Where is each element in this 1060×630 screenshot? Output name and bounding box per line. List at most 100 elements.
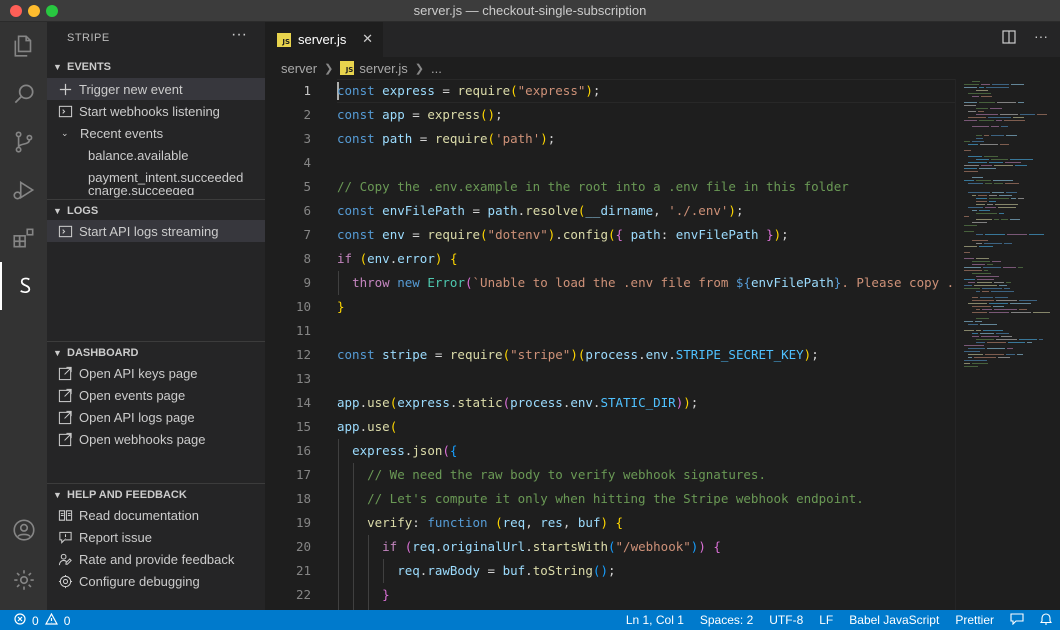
code-line[interactable]: const app = express(); [337, 103, 503, 127]
error-icon [14, 613, 26, 628]
breadcrumb-file[interactable]: server.js [359, 61, 407, 76]
code-line[interactable]: if (env.error) { [337, 247, 457, 271]
search-icon[interactable] [0, 70, 47, 118]
minimap-line [964, 231, 974, 232]
code-line[interactable]: verify: function (req, res, buf) { [337, 511, 623, 535]
tab-server-js[interactable]: JS server.js ✕ [265, 22, 383, 57]
recent-event-item[interactable]: balance.available [47, 144, 265, 166]
code-line[interactable]: const stripe = require("stripe")(process… [337, 343, 819, 367]
code-line[interactable]: app.use( [337, 415, 397, 439]
stripe-icon[interactable] [0, 262, 47, 310]
source-control-icon[interactable] [0, 118, 47, 166]
code-line[interactable]: app.use(express.static(process.env.STATI… [337, 391, 698, 415]
logs-section-header[interactable]: ▼ LOGS [47, 199, 265, 221]
dashboard-section-header[interactable]: ▼ DASHBOARD [47, 341, 265, 363]
recent-event-label: payment_intent.succeeded [88, 169, 244, 185]
minimap-line [1007, 234, 1027, 235]
code-line[interactable]: } [337, 583, 390, 607]
chevron-down-icon: ▼ [53, 347, 62, 358]
feedback-icon[interactable] [1002, 612, 1032, 628]
cursor-position[interactable]: Ln 1, Col 1 [618, 613, 692, 627]
minimap-line [964, 87, 977, 88]
notifications-bell-icon[interactable] [1032, 612, 1060, 628]
minimap-line [1001, 126, 1008, 127]
split-editor-icon[interactable] [1002, 30, 1016, 47]
minimap-line [964, 120, 977, 121]
minimap[interactable] [955, 79, 1060, 610]
minimap-line [996, 333, 1009, 334]
explorer-icon[interactable] [0, 22, 47, 70]
open-api-keys-page-item[interactable]: Open API keys page [47, 362, 265, 384]
stripe-sidebar: STRIPE ··· ▼ EVENTS Trigger new event St… [47, 22, 265, 610]
indentation-setting[interactable]: Spaces: 2 [692, 613, 761, 627]
report-issue-item[interactable]: Report issue [47, 526, 265, 548]
line-number: 10 [295, 299, 311, 314]
minimap-line [995, 204, 1018, 205]
events-section-header[interactable]: ▼ EVENTS [47, 56, 265, 78]
code-line[interactable]: const envFilePath = path.resolve(__dirna… [337, 199, 743, 223]
minimap-line [972, 177, 983, 178]
account-icon[interactable] [0, 506, 47, 554]
minimap-line [1011, 198, 1016, 199]
chevron-down-icon: ▼ [53, 205, 62, 216]
minimap-line [975, 321, 982, 322]
breadcrumb-symbol[interactable]: ... [431, 61, 442, 76]
breadcrumb-folder[interactable]: server [281, 61, 317, 76]
read-documentation-item[interactable]: Read documentation [47, 504, 265, 526]
more-actions-icon[interactable]: ··· [231, 26, 247, 44]
minimap-line [985, 207, 996, 208]
help-section-header[interactable]: ▼ HELP AND FEEDBACK [47, 483, 265, 505]
minimap-line [994, 282, 1004, 283]
problems-indicator[interactable]: 0 0 [14, 612, 70, 628]
minimap-line [978, 111, 984, 112]
configure-debugging-item[interactable]: Configure debugging [47, 570, 265, 592]
code-editor[interactable]: 1 2 3 4 5 6 7 8 9 10 11 12 13 14 15 16 1… [265, 79, 955, 610]
minimap-line [991, 126, 999, 127]
minimap-line [972, 240, 988, 241]
start-api-logs-streaming-item[interactable]: Start API logs streaming [47, 220, 265, 242]
code-line[interactable]: const env = require("dotenv").config({ p… [337, 223, 789, 247]
minimap-line [1019, 339, 1037, 340]
extensions-icon[interactable] [0, 214, 47, 262]
close-tab-icon[interactable]: ✕ [362, 31, 373, 47]
recent-event-item[interactable]: payment_intent.succeeded [47, 166, 265, 188]
more-actions-icon[interactable]: ··· [1034, 29, 1048, 47]
open-events-page-item[interactable]: Open events page [47, 384, 265, 406]
language-mode[interactable]: Babel JavaScript [841, 613, 947, 627]
settings-gear-icon[interactable] [0, 556, 47, 604]
file-encoding[interactable]: UTF-8 [761, 613, 811, 627]
minimap-line [982, 309, 992, 310]
code-line[interactable]: req.rawBody = buf.toString(); [337, 559, 615, 583]
formatter-status[interactable]: Prettier [947, 613, 1002, 627]
recent-event-item[interactable]: charge.succeeded [47, 188, 265, 198]
code-line[interactable]: if (req.originalUrl.startsWith("/webhook… [337, 535, 721, 559]
rate-feedback-item[interactable]: Rate and provide feedback [47, 548, 265, 570]
start-webhooks-listening-item[interactable]: Start webhooks listening [47, 100, 265, 122]
minimap-line [968, 354, 983, 355]
minimap-line [964, 225, 977, 226]
minimap-line [972, 141, 984, 142]
run-debug-icon[interactable] [0, 166, 47, 214]
minimap-line [1001, 336, 1012, 337]
code-line[interactable]: const path = require('path'); [337, 127, 555, 151]
code-line[interactable]: express.json({ [337, 439, 457, 463]
code-line[interactable]: throw new Error(`Unable to load the .env… [337, 271, 955, 295]
recent-events-item[interactable]: ⌄ Recent events [47, 122, 265, 144]
line-number: 2 [303, 107, 311, 122]
open-api-logs-page-item[interactable]: Open API logs page [47, 406, 265, 428]
code-line[interactable]: // We need the raw body to verify webhoo… [337, 463, 766, 487]
minimap-line [976, 198, 987, 199]
open-webhooks-page-item[interactable]: Open webhooks page [47, 428, 265, 450]
code-line[interactable]: } [337, 295, 345, 319]
minimap-line [1006, 135, 1017, 136]
code-line[interactable]: // Let's compute it only when hitting th… [337, 487, 864, 511]
code-line[interactable]: // Copy the .env.example in the root int… [337, 175, 849, 199]
minimap-line [964, 330, 974, 331]
minimap-line [976, 258, 989, 259]
minimap-line [976, 342, 985, 343]
code-line[interactable]: const express = require("express"); [337, 79, 600, 103]
minimap-line [964, 165, 979, 166]
trigger-new-event-item[interactable]: Trigger new event [47, 78, 265, 100]
minimap-line [972, 312, 987, 313]
end-of-line[interactable]: LF [811, 613, 841, 627]
